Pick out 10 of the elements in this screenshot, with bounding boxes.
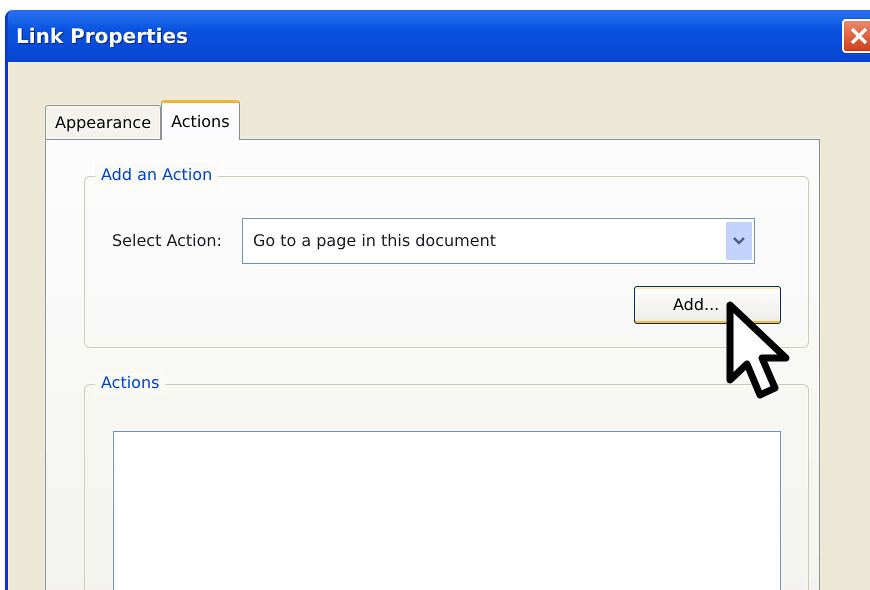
action-dropdown[interactable]: Go to a page in this document	[242, 218, 755, 264]
window-title: Link Properties	[16, 23, 188, 50]
group-title: Add an Action	[95, 163, 218, 187]
tab[interactable]: Actions	[161, 100, 240, 140]
add-button[interactable]: Add...	[634, 286, 781, 324]
select-label: Select Action:	[112, 230, 222, 252]
close-icon	[848, 25, 870, 47]
dropdown-arrow-icon	[726, 222, 752, 260]
close-button[interactable]	[842, 19, 870, 53]
tab[interactable]: Appearance	[45, 105, 162, 139]
